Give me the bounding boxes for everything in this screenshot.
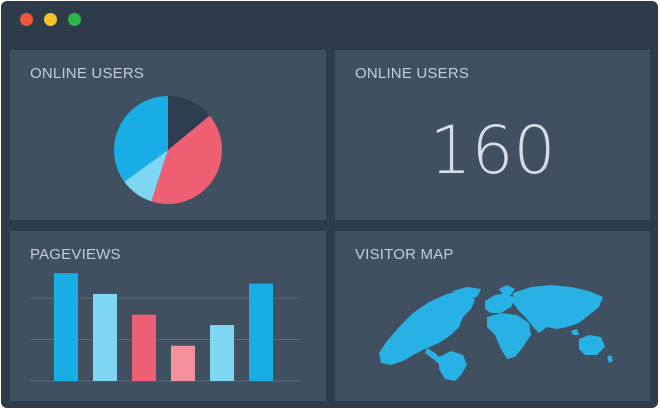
minimize-window-button[interactable] [44,13,57,26]
map-australia [579,335,605,355]
map-africa [487,313,531,359]
pageviews-bar-4 [171,345,195,381]
online-users-count: 160 [429,112,556,189]
dashboard-window: ONLINE USERS ONLINE USERS 160 PAGEVIEWS … [1,1,658,408]
pageviews-panel: PAGEVIEWS [10,231,326,401]
visitor-map-panel: VISITOR MAP [335,231,650,401]
close-window-button[interactable] [20,13,33,26]
map-scandinavia [499,285,515,295]
pageviews-bar-1 [54,273,78,381]
online-users-chart-panel: ONLINE USERS [10,50,326,220]
pageviews-bar-5 [210,325,234,381]
pageviews-bar-6 [249,283,273,381]
map-south-america [439,351,467,381]
online-users-count-panel: ONLINE USERS 160 [335,50,650,220]
window-titlebar [1,1,658,39]
world-map [379,285,613,381]
pageviews-bar-3 [132,314,156,381]
online-users-pie-chart [113,96,223,204]
world-map-icon [379,285,613,381]
maximize-window-button[interactable] [68,13,81,26]
map-europe [485,293,515,313]
panel-title-online-users-count: ONLINE USERS [355,65,470,82]
pageviews-bar-chart [30,273,300,382]
map-central-america [425,348,441,364]
pageviews-bar-2 [93,293,117,381]
